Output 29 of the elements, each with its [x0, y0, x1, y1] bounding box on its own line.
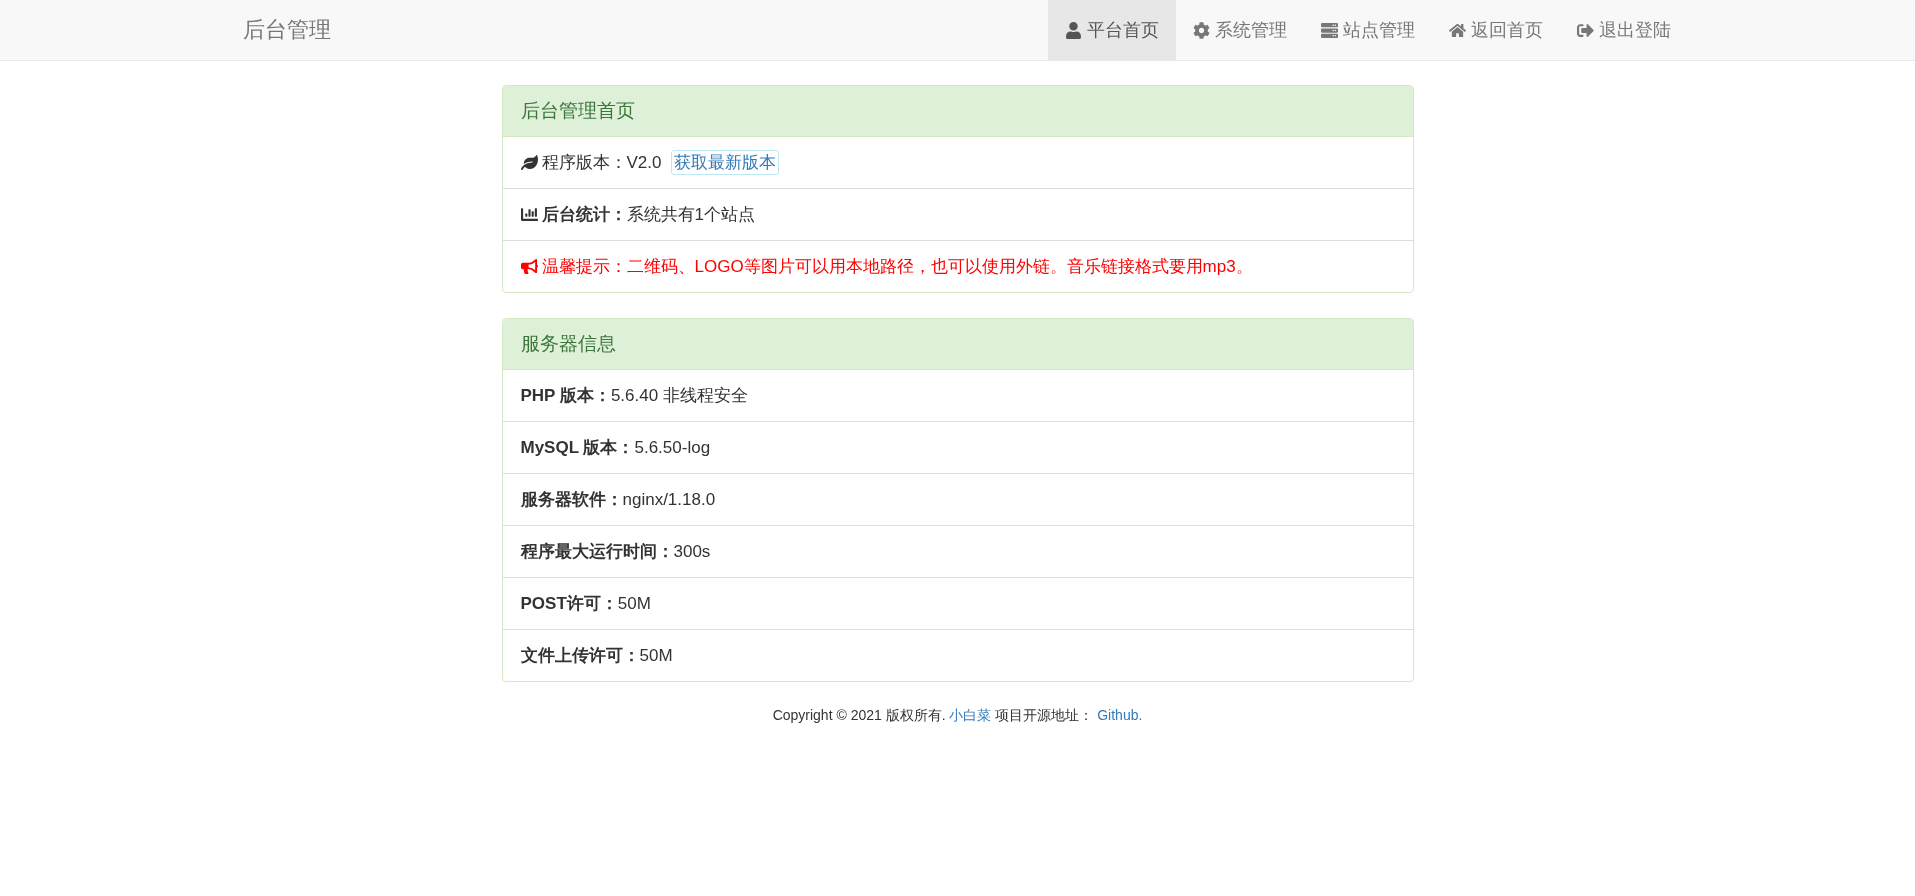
panel-heading: 服务器信息 — [502, 319, 1413, 370]
nav-item[interactable]: 系统管理 — [1175, 0, 1304, 60]
nav-item[interactable]: 返回首页 — [1431, 0, 1560, 60]
logout-icon — [1576, 21, 1594, 39]
info-text: 后台统计：系统共有1个站点 — [541, 204, 755, 226]
leaf-icon — [520, 154, 538, 171]
settings-icon — [1192, 21, 1210, 39]
info-text: 文件上传许可：50M — [520, 645, 673, 667]
info-text: 程序最大运行时间：300s — [520, 541, 711, 563]
update-link[interactable]: 获取最新版本 — [671, 150, 780, 175]
home-icon — [1448, 21, 1466, 39]
info-text: MySQL 版本：5.6.50-log — [520, 437, 711, 459]
user-icon — [1064, 21, 1082, 39]
nav-item[interactable]: 平台首页 — [1047, 0, 1176, 60]
copyright-text: Copyright © 2021 版权所有. 小白菜 项目开源地址： Github. — [771, 707, 1144, 725]
info-text: 程序版本：V2.0 — [541, 152, 662, 174]
info-text: 服务器软件：nginx/1.18.0 — [520, 489, 716, 511]
nav-item[interactable]: 站点管理 — [1303, 0, 1432, 60]
info-text: PHP 版本：5.6.40 非线程安全 — [520, 385, 748, 407]
footer-link[interactable]: 小白菜 — [949, 707, 992, 723]
info-text: POST许可：50M — [520, 593, 651, 615]
megaphone-icon — [520, 258, 538, 275]
panel-heading: 后台管理首页 — [502, 86, 1413, 137]
brand-title: 后台管理 — [241, 16, 331, 44]
server-icon — [1320, 21, 1338, 39]
bar-chart-icon — [520, 206, 538, 223]
nav-item[interactable]: 退出登陆 — [1559, 0, 1688, 60]
footer-link[interactable]: Github. — [1097, 707, 1143, 723]
notice-text: 温馨提示：二维码、LOGO等图片可以用本地路径，也可以使用外链。音乐链接格式要用mp3。 — [541, 256, 1253, 278]
